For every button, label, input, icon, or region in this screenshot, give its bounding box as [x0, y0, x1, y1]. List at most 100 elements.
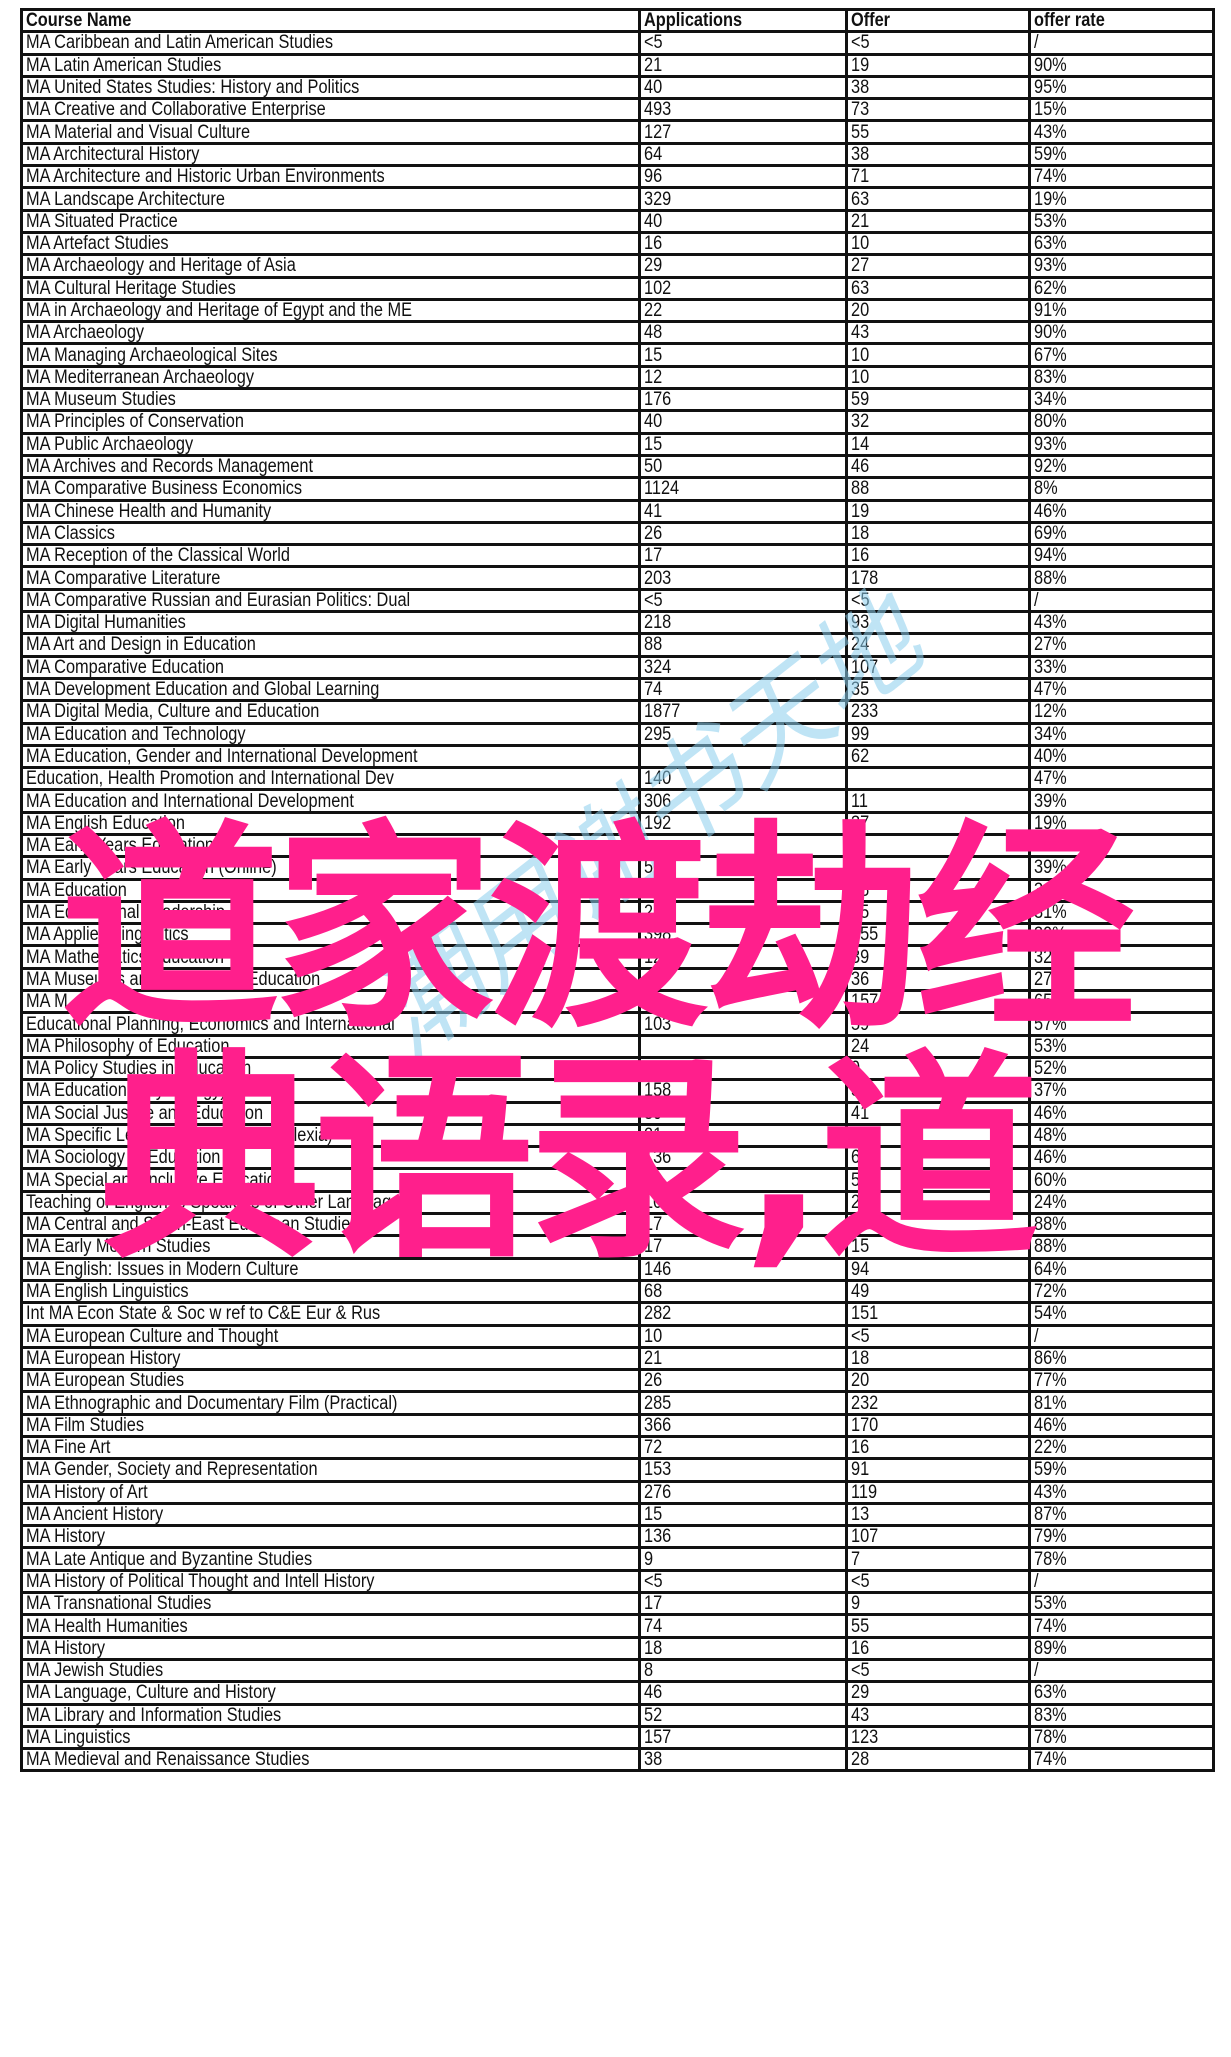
table-row: Education, Health Promotion and Internat…: [20, 766, 1215, 792]
course-name-cell: Education, Health Promotion and Internat…: [20, 766, 641, 792]
offer-cell: 37: [845, 810, 1031, 837]
offer-cell: 20: [845, 297, 1031, 324]
course-name-cell: MA Mediterranean Archaeology: [20, 364, 641, 391]
offer-rate-cell: 53%: [1028, 1591, 1215, 1617]
course-name-cell: MA Reception of the Classical World: [20, 543, 641, 569]
offer-cell: 35: [845, 676, 1031, 703]
offer-cell: 27: [845, 253, 1031, 279]
course-name-cell: MA Comparative Business Economics: [20, 476, 641, 502]
applications-cell: 38: [638, 1747, 848, 1773]
table-row: MA Situated Practice 40 21 53%: [20, 208, 1215, 234]
offer-rate-cell: 53%: [1028, 208, 1215, 234]
offer-cell: 9: [845, 1055, 1031, 1082]
table-row: MA European Studies 26 20 77%: [20, 1368, 1215, 1394]
offer-cell: 16: [845, 543, 1031, 569]
applications-cell: 1877: [638, 699, 848, 725]
offer-rate-cell: 59%: [1028, 1457, 1215, 1483]
applications-cell: 146: [638, 1256, 848, 1282]
table-row: MA Managing Archaeological Sites 15 10 67%: [20, 342, 1215, 368]
applications-cell: 72: [638, 1434, 848, 1461]
table-row: MA Education (Psychology) 158 58 37%: [20, 1078, 1215, 1104]
applications-cell: 88: [638, 632, 848, 658]
table-row: MA Education and International Developme…: [20, 788, 1215, 814]
applications-cell: 16: [638, 230, 848, 257]
offer-cell: 19: [845, 498, 1031, 524]
table-row: MA English Education 192 37 19%: [20, 810, 1215, 837]
table-row: MA European History 21 18 86%: [20, 1345, 1215, 1372]
course-name-cell: MA Transnational Studies: [20, 1591, 641, 1617]
offer-cell: [845, 766, 1031, 792]
applications-cell: 153: [638, 1457, 848, 1483]
applications-cell: 17: [638, 1234, 848, 1260]
table-row: MA Film Studies 366 170 46%: [20, 1412, 1215, 1439]
offer-rate-cell: 77%: [1028, 1368, 1215, 1394]
offer-rate-cell: 46%: [1028, 1145, 1215, 1171]
offer-cell: 62: [845, 743, 1031, 770]
table-row: MA Creative and Collaborative Enterprise…: [20, 97, 1215, 123]
course-name-cell: MA Central and South-East European Studi…: [20, 1212, 641, 1238]
course-name-cell: MA Health Humanities: [20, 1613, 641, 1639]
offer-rate-cell: 80%: [1028, 409, 1215, 435]
course-name-cell: MA Caribbean and Latin American Studies: [20, 30, 641, 56]
offer-cell: 36: [845, 966, 1031, 993]
applications-cell: 8: [638, 1657, 848, 1684]
applications-cell: 68: [638, 1278, 848, 1305]
applications-cell: 295: [638, 721, 848, 747]
offer-cell: 107: [845, 654, 1031, 680]
course-name-cell: MA Linguistics: [20, 1724, 641, 1751]
applications-cell: 26: [638, 1368, 848, 1394]
offer-rate-cell: 90%: [1028, 52, 1215, 78]
table-row: MA Ancient History 15 13 87%: [20, 1501, 1215, 1528]
offer-rate-cell: 33%: [1028, 654, 1215, 680]
table-row: MA Late Antique and Byzantine Studies 9 7 7…: [20, 1546, 1215, 1572]
offer-rate-cell: 88%: [1028, 1234, 1215, 1260]
offer-cell: 49: [845, 1278, 1031, 1305]
table-row: MA in Archaeology and Heritage of Egypt …: [20, 297, 1215, 324]
table-row: MA Education and Technology 295 99 34%: [20, 721, 1215, 747]
applications-cell: 306: [638, 788, 848, 814]
offer-cell: 14: [845, 431, 1031, 457]
offer-rate-cell: 37%: [1028, 1078, 1215, 1104]
offer-rate-cell: 59%: [1028, 141, 1215, 168]
course-name-cell: MA Library and Information Studies: [20, 1702, 641, 1728]
header-offer: Offer: [845, 7, 1031, 34]
offer-rate-cell: 39%: [1028, 855, 1215, 881]
offer-rate-cell: 46%: [1028, 1412, 1215, 1439]
applications-cell: 329: [638, 186, 848, 212]
applications-cell: 203: [638, 565, 848, 591]
offer-rate-cell: 15%: [1028, 97, 1215, 123]
offer-rate-cell: 22%: [1028, 1434, 1215, 1461]
applications-cell: 398: [638, 922, 848, 948]
offer-cell: 20: [845, 1368, 1031, 1394]
offer-cell: 24: [845, 632, 1031, 658]
applications-cell: 40: [638, 74, 848, 101]
applications-cell: 157: [638, 1724, 848, 1751]
table-row: MA Mathematics Education 12 39 32%: [20, 944, 1215, 970]
offer-rate-cell: 43%: [1028, 119, 1215, 145]
table-row: MA Sociology of Education 136 63 46%: [20, 1145, 1215, 1171]
offer-cell: 151: [845, 1301, 1031, 1327]
offer-rate-cell: 79%: [1028, 1524, 1215, 1550]
offer-cell: 19: [845, 52, 1031, 78]
offer-rate-cell: 89%: [1028, 1635, 1215, 1661]
course-name-cell: MA English Education: [20, 810, 641, 837]
table-row: MA Architectural History 64 38 59%: [20, 141, 1215, 168]
offer-rate-cell: 95%: [1028, 74, 1215, 101]
offer-rate-cell: 70%: [1028, 832, 1215, 859]
applications-cell: 1124: [638, 476, 848, 502]
table-row: MA Health Humanities 74 55 74%: [20, 1613, 1215, 1639]
table-row: MA Digital Humanities 218 93 43%: [20, 609, 1215, 636]
applications-cell: 136: [638, 1524, 848, 1550]
offer-rate-cell: 88%: [1028, 565, 1215, 591]
table-row: Int MA Econ State & Soc w ref to C&E Eur…: [20, 1301, 1215, 1327]
offer-cell: 233: [845, 699, 1031, 725]
offer-cell: 155: [845, 922, 1031, 948]
table-row: MA Library and Information Studies 52 43 83…: [20, 1702, 1215, 1728]
offer-cell: 18: [845, 1345, 1031, 1372]
offer-cell: 56: [845, 877, 1031, 903]
course-name-cell: Int MA Econ State & Soc w ref to C&E Eur…: [20, 1301, 641, 1327]
course-name-cell: MA Policy Studies in Education: [20, 1055, 641, 1082]
offer-rate-cell: 74%: [1028, 1613, 1215, 1639]
offer-rate-cell: 64%: [1028, 1256, 1215, 1282]
offer-rate-cell: 78%: [1028, 1546, 1215, 1572]
